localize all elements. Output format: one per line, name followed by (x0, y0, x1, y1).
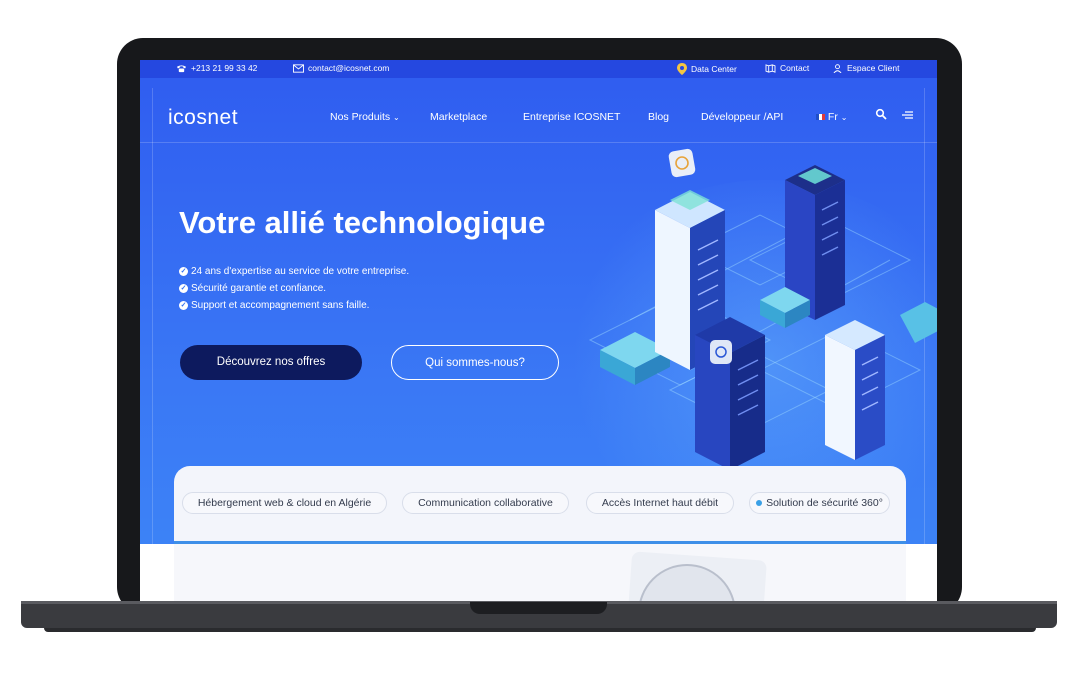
tab-securite[interactable]: Solution de sécurité 360° (749, 492, 890, 514)
server-tower-3 (695, 317, 765, 470)
about-us-button[interactable]: Qui sommes-nous? (391, 345, 559, 380)
search-icon (875, 108, 887, 120)
tab-hebergement[interactable]: Hébergement web & cloud en Algérie (182, 492, 387, 514)
chevron-down-icon: ⌄ (840, 113, 848, 122)
search-button[interactable] (875, 108, 887, 123)
server-illustration (588, 148, 937, 470)
bullet-text: Sécurité garantie et confiance. (191, 283, 327, 294)
data-center-label: Data Center (691, 64, 737, 74)
nav-item-marketplace[interactable]: Marketplace (430, 111, 487, 123)
phone-number: +213 21 99 33 42 (191, 63, 258, 73)
laptop-notch (470, 602, 607, 614)
laptop-base-foot (44, 628, 1036, 632)
website-screen: +213 21 99 33 42 contact@icosnet.com Dat… (140, 60, 937, 602)
phone-icon (177, 64, 186, 72)
bullet-item: ✓ Sécurité garantie et confiance. (179, 280, 409, 297)
menu-button[interactable] (902, 110, 914, 122)
email-address: contact@icosnet.com (308, 63, 390, 73)
espace-client-label: Espace Client (847, 63, 900, 73)
france-flag-icon (816, 114, 825, 121)
check-circle-icon: ✓ (179, 301, 188, 310)
check-circle-icon: ✓ (179, 267, 188, 276)
category-tabs-panel: Hébergement web & cloud en Algérie Commu… (174, 466, 906, 546)
language-label: Fr (827, 111, 838, 123)
discover-offers-button[interactable]: Découvrez nos offres (180, 345, 362, 380)
tab-label: Solution de sécurité 360° (766, 497, 883, 509)
map-icon (765, 63, 776, 73)
phone-link[interactable]: +213 21 99 33 42 (176, 63, 257, 73)
nav-item-developpeur-api[interactable]: Développeur /API (701, 111, 783, 123)
hero-title: Votre allié technologique (179, 205, 546, 240)
tab-communication[interactable]: Communication collaborative (402, 492, 569, 514)
contact-label: Contact (780, 63, 810, 73)
mail-icon (293, 63, 304, 73)
server-tower-4 (825, 320, 885, 460)
bullet-text: 24 ans d'expertise au service de votre e… (191, 266, 410, 277)
contact-link[interactable]: Contact (765, 63, 809, 73)
site-logo[interactable]: icosnet (168, 106, 238, 130)
data-center-link[interactable]: Data Center (677, 63, 737, 75)
user-icon (833, 63, 842, 73)
hero-bullets: ✓ 24 ans d'expertise au service de votre … (179, 263, 409, 314)
content-card (174, 544, 906, 602)
nav-item-blog[interactable]: Blog (648, 111, 669, 123)
content-section (140, 544, 937, 602)
chevron-down-icon: ⌄ (393, 113, 400, 122)
top-contact-bar: +213 21 99 33 42 contact@icosnet.com Dat… (140, 60, 937, 78)
guide-line (152, 88, 153, 602)
bullet-text: Support et accompagnement sans faille. (191, 300, 370, 311)
tab-acces-internet[interactable]: Accès Internet haut débit (586, 492, 734, 514)
location-pin-icon (677, 63, 687, 75)
nav-item-entreprise[interactable]: Entreprise ICOSNET (523, 111, 620, 123)
check-circle-icon: ✓ (179, 284, 188, 293)
nav-item-label: Nos Produits (330, 111, 391, 123)
main-navigation: icosnet Nos Produits ⌄ Marketplace Entre… (140, 98, 937, 132)
language-selector[interactable]: Fr ⌄ (816, 111, 847, 123)
nav-item-nos-produits[interactable]: Nos Produits ⌄ (330, 111, 400, 123)
bullet-item: ✓ 24 ans d'expertise au service de votre … (179, 263, 409, 280)
bullet-item: ✓ Support et accompagnement sans faille. (179, 297, 409, 314)
menu-icon (902, 111, 913, 119)
email-link[interactable]: contact@icosnet.com (293, 63, 389, 73)
active-dot-icon (756, 500, 763, 507)
espace-client-link[interactable]: Espace Client (832, 63, 899, 73)
